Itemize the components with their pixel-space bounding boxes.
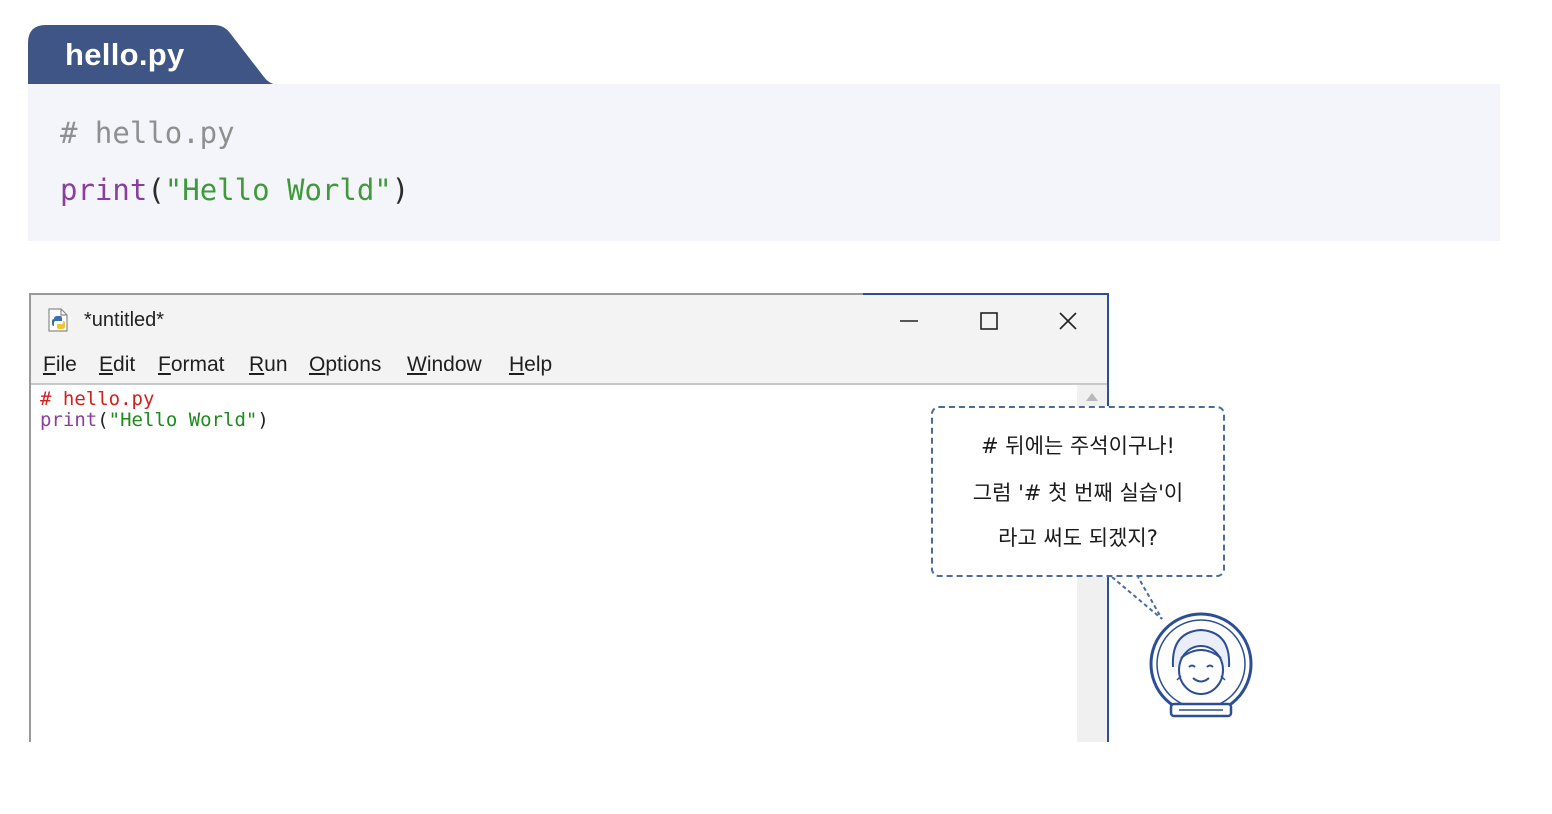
maximize-button[interactable] — [954, 295, 1024, 347]
minimize-button[interactable] — [874, 295, 944, 347]
editor-print-line: print("Hello World") — [40, 409, 269, 431]
editor-string: "Hello World" — [108, 409, 258, 431]
speech-bubble: # 뒤에는 주석이구나! 그럼 '# 첫 번째 실습'이 라고 써도 되겠지? — [931, 406, 1225, 577]
menu-edit[interactable]: Edit — [99, 353, 135, 377]
menu-window[interactable]: Window — [407, 353, 482, 377]
bubble-line-2: 그럼 '# 첫 번째 실습'이 — [972, 481, 1184, 505]
bubble-line-3: 라고 써도 되겠지? — [998, 526, 1158, 550]
menu-options[interactable]: Options — [309, 353, 381, 377]
editor-keyword: print — [40, 409, 98, 431]
python-idle-icon — [48, 308, 68, 332]
close-button[interactable] — [1033, 295, 1103, 347]
file-name-tab: hello.py — [28, 25, 280, 85]
menu-help[interactable]: Help — [509, 353, 552, 377]
editor-close-paren: ) — [257, 409, 269, 431]
code-listing: # hello.py print("Hello World") — [28, 84, 1500, 241]
minimize-icon — [900, 320, 918, 322]
scroll-up-arrow-icon[interactable] — [1086, 393, 1098, 401]
editor-open-paren: ( — [97, 409, 109, 431]
editor-comment-line: # hello.py — [40, 388, 155, 410]
code-keyword: print — [60, 173, 148, 207]
code-print-line: print("Hello World") — [60, 173, 409, 207]
menu-run[interactable]: Run — [249, 353, 288, 377]
code-open-paren: ( — [147, 173, 165, 207]
bubble-line-1: # 뒤에는 주석이구나! — [981, 434, 1175, 458]
code-string: "Hello World" — [164, 173, 392, 207]
menu-format[interactable]: Format — [158, 353, 225, 377]
code-comment-line: # hello.py — [60, 116, 235, 150]
tab-label: hello.py — [65, 37, 185, 72]
close-icon — [1059, 312, 1077, 330]
window-title: *untitled* — [84, 309, 165, 331]
maximize-icon — [980, 312, 998, 330]
astronaut-character-icon — [1149, 612, 1253, 718]
title-bar[interactable]: *untitled* — [31, 295, 1107, 347]
code-close-paren: ) — [391, 173, 410, 207]
menu-file[interactable]: File — [43, 353, 77, 377]
menu-bar: File Edit Format Run Options Window Help — [31, 347, 1107, 383]
code-editor-area[interactable]: # hello.py print("Hello World") — [31, 383, 1077, 742]
